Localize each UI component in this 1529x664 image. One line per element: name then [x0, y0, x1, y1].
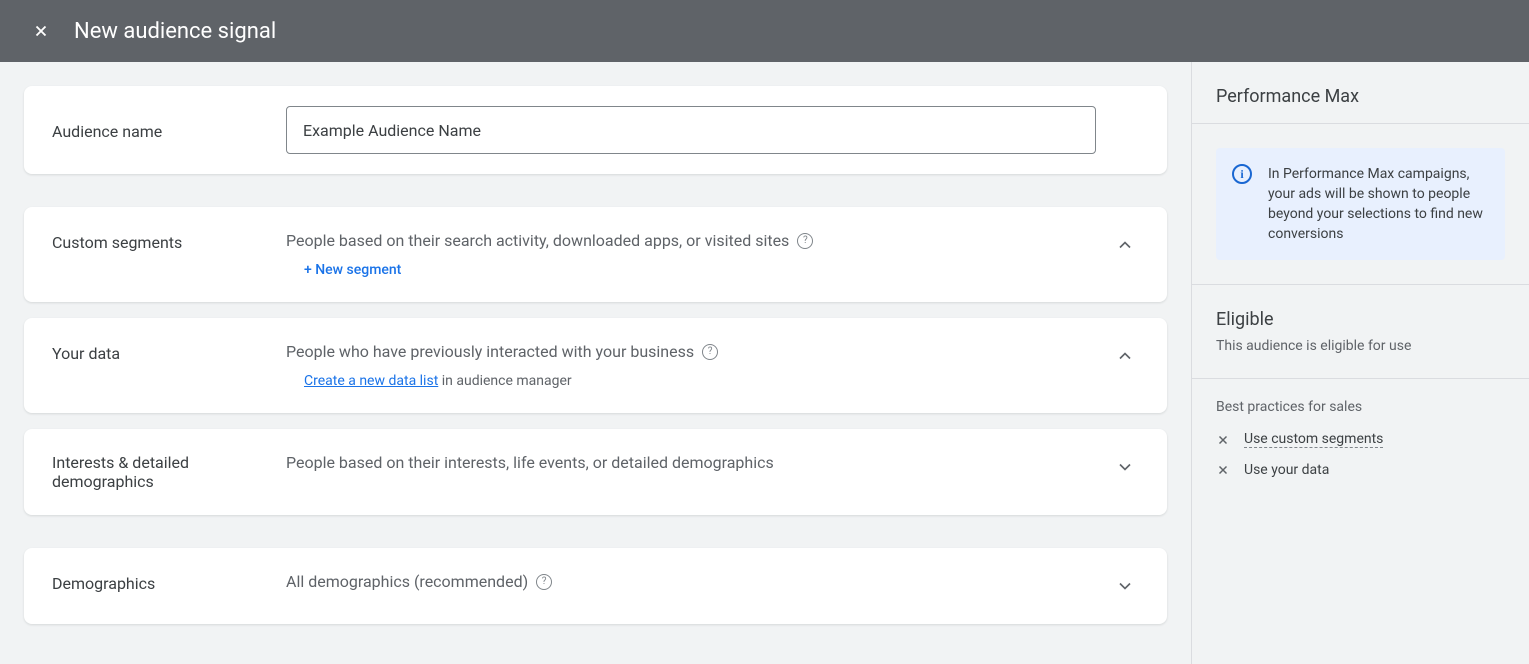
best-practice-item: Use your data	[1216, 462, 1505, 478]
best-practices-title: Best practices for sales	[1216, 399, 1505, 415]
demographics-description: All demographics (recommended)	[286, 572, 528, 591]
chevron-down-icon	[1115, 457, 1135, 477]
demographics-label: Demographics	[52, 572, 286, 593]
audience-name-card: Audience name	[24, 86, 1167, 174]
custom-segments-label: Custom segments	[52, 231, 286, 252]
interests-card: Interests & detailed demographics People…	[24, 429, 1167, 515]
info-text: In Performance Max campaigns, your ads w…	[1268, 164, 1489, 244]
expand-toggle[interactable]	[1111, 572, 1139, 600]
custom-segments-description: People based on their search activity, d…	[286, 231, 789, 250]
audience-name-label: Audience name	[52, 120, 286, 141]
dismiss-icon[interactable]	[1216, 433, 1230, 447]
info-icon: i	[1232, 164, 1252, 184]
help-icon[interactable]: ?	[797, 233, 813, 249]
sidebar-eligible-title: Eligible	[1216, 309, 1505, 330]
modal-header: New audience signal	[0, 0, 1529, 62]
demographics-card: Demographics All demographics (recommend…	[24, 548, 1167, 624]
your-data-label: Your data	[52, 342, 286, 363]
collapse-toggle[interactable]	[1111, 231, 1139, 259]
create-data-list-link[interactable]: Create a new data list	[304, 373, 438, 389]
sidebar: Performance Max i In Performance Max cam…	[1191, 62, 1529, 664]
best-practices-section: Best practices for sales Use custom segm…	[1192, 379, 1529, 512]
info-box: i In Performance Max campaigns, your ads…	[1216, 148, 1505, 260]
chevron-down-icon	[1115, 576, 1135, 596]
interests-description: People based on their interests, life ev…	[286, 453, 774, 472]
chevron-up-icon	[1115, 346, 1135, 366]
expand-toggle[interactable]	[1111, 453, 1139, 481]
sidebar-eligible-sub: This audience is eligible for use	[1216, 338, 1505, 354]
sidebar-pmax-title: Performance Max	[1216, 86, 1505, 107]
close-button[interactable]	[24, 14, 58, 48]
best-practice-label[interactable]: Use your data	[1244, 462, 1329, 478]
best-practice-label[interactable]: Use custom segments	[1244, 431, 1383, 448]
chevron-up-icon	[1115, 235, 1135, 255]
new-segment-button[interactable]: + New segment	[286, 262, 1111, 278]
dismiss-icon[interactable]	[1216, 463, 1230, 477]
interests-label: Interests & detailed demographics	[52, 453, 286, 491]
close-icon	[32, 22, 50, 40]
create-data-list-suffix: in audience manager	[438, 373, 571, 389]
help-icon[interactable]: ?	[536, 574, 552, 590]
your-data-card: Your data People who have previously int…	[24, 318, 1167, 413]
collapse-toggle[interactable]	[1111, 342, 1139, 370]
best-practice-item: Use custom segments	[1216, 431, 1505, 448]
main-content: Audience name Custom segments People bas…	[0, 62, 1191, 664]
your-data-description: People who have previously interacted wi…	[286, 342, 694, 361]
audience-name-input[interactable]	[286, 106, 1096, 154]
custom-segments-card: Custom segments People based on their se…	[24, 207, 1167, 302]
modal-title: New audience signal	[74, 19, 276, 44]
help-icon[interactable]: ?	[702, 344, 718, 360]
